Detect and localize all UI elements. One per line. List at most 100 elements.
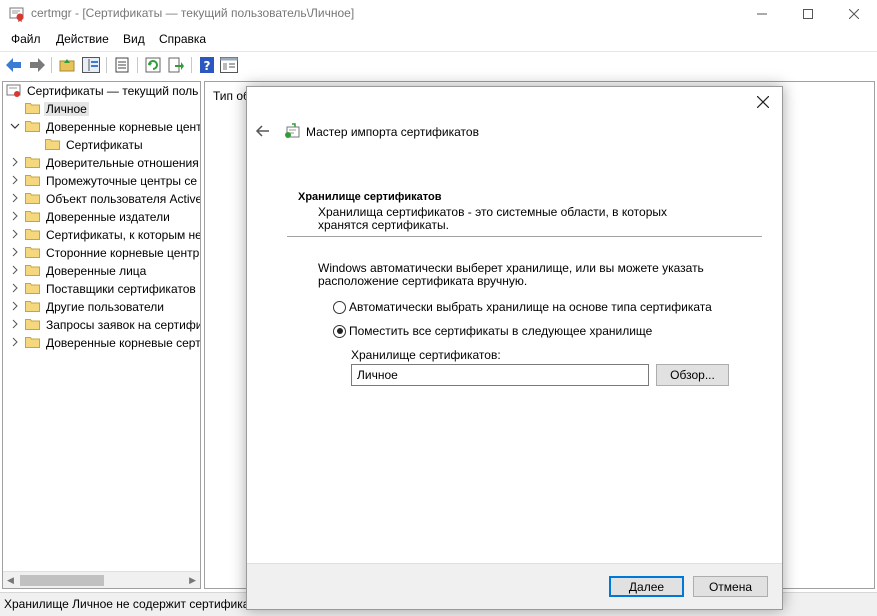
tree-item[interactable]: Сертификаты, к которым не (3, 226, 200, 244)
tree-item[interactable]: Доверительные отношения (3, 154, 200, 172)
chevron-right-icon[interactable] (10, 211, 20, 223)
folder-icon (25, 228, 40, 240)
scroll-right-icon[interactable]: ▶ (189, 575, 196, 586)
chevron-right-icon[interactable] (10, 229, 20, 241)
chevron-right-icon[interactable] (10, 157, 20, 169)
folder-icon (25, 120, 40, 132)
chevron-right-icon[interactable] (10, 319, 20, 331)
store-label: Хранилище сертификатов: (351, 348, 501, 362)
tree-item[interactable]: Запросы заявок на сертифи (3, 316, 200, 334)
wizard-back-icon[interactable] (255, 123, 271, 139)
horizontal-scrollbar[interactable]: ◀ ▶ (3, 571, 200, 588)
tree-item-label: Доверенные корневые цент (46, 120, 201, 134)
menu-file[interactable]: Файл (11, 32, 41, 46)
refresh-icon[interactable] (144, 56, 162, 74)
info-text: Windows автоматически выберет хранилище,… (318, 261, 704, 288)
section-description: Хранилища сертификатов - это системные о… (318, 205, 667, 232)
export-list-icon[interactable] (113, 56, 131, 74)
properties-view-icon[interactable] (220, 56, 238, 74)
tree-item[interactable]: Доверенные корневые цент (3, 118, 200, 136)
tree-item-label: Другие пользователи (46, 300, 164, 314)
tree-item-label: Сторонние корневые центр (46, 246, 200, 260)
radio-auto-store[interactable]: Автоматически выбрать хранилище на основ… (333, 299, 712, 315)
toolbar-separator (106, 57, 107, 73)
tree-item-label: Сертификаты, к которым не (46, 228, 201, 242)
menu-view[interactable]: Вид (123, 32, 145, 46)
tree-item[interactable]: Сторонние корневые центр (3, 244, 200, 262)
tree-root[interactable]: Сертификаты — текущий поль (3, 82, 200, 100)
column-header-type[interactable]: Тип об (213, 89, 250, 103)
chevron-right-icon[interactable] (10, 337, 20, 349)
section-title: Хранилище сертификатов (298, 191, 442, 203)
tree-panel: Сертификаты — текущий поль Личное Доверен… (2, 81, 201, 589)
chevron-right-icon[interactable] (10, 175, 20, 187)
export-icon[interactable] (167, 56, 185, 74)
chevron-down-icon[interactable] (10, 121, 20, 133)
certmgr-app-icon (9, 6, 25, 22)
status-text: Хранилище Личное не содержит сертифика (4, 597, 250, 611)
browse-button[interactable]: Обзор... (656, 364, 729, 386)
window-title: certmgr - [Сертификаты — текущий пользов… (31, 6, 355, 20)
close-button[interactable] (831, 0, 877, 28)
tree-root-label: Сертификаты — текущий поль (27, 84, 199, 98)
radio-manual-store-button[interactable] (333, 324, 346, 338)
tree-item-label: Доверенные лица (46, 264, 147, 278)
toolbar: ? (0, 51, 877, 78)
tree-item-label: Доверенные издатели (46, 210, 170, 224)
scrollbar-thumb[interactable] (20, 575, 104, 586)
tree-item-label: Поставщики сертификатов (46, 282, 196, 296)
store-field[interactable]: Личное (351, 364, 649, 386)
radio-auto-store-label[interactable]: Автоматически выбрать хранилище на основ… (349, 300, 712, 314)
tree-item[interactable]: Объект пользователя Active (3, 190, 200, 208)
back-arrow-icon[interactable] (5, 56, 23, 74)
chevron-right-icon[interactable] (10, 247, 20, 259)
cancel-button[interactable]: Отмена (693, 576, 768, 597)
tree-item-label: Промежуточные центры се (46, 174, 198, 188)
tree-item[interactable]: Другие пользователи (3, 298, 200, 316)
certificate-wizard-icon (284, 123, 300, 139)
next-button[interactable]: Далее (609, 576, 684, 597)
forward-arrow-icon[interactable] (28, 56, 46, 74)
chevron-right-icon[interactable] (10, 265, 20, 277)
toolbar-separator (191, 57, 192, 73)
chevron-right-icon[interactable] (10, 283, 20, 295)
dialog-title: Мастер импорта сертификатов (306, 125, 479, 139)
chevron-right-icon[interactable] (10, 301, 20, 313)
up-folder-icon[interactable] (58, 56, 76, 74)
toolbar-separator (137, 57, 138, 73)
radio-manual-store[interactable]: Поместить все сертификаты в следующее хр… (333, 323, 652, 339)
menu-help[interactable]: Справка (159, 32, 206, 46)
maximize-button[interactable] (785, 0, 831, 28)
tree-item-label: Личное (44, 102, 89, 116)
show-hide-tree-icon[interactable] (82, 56, 100, 74)
help-icon[interactable]: ? (198, 56, 216, 74)
tree-item[interactable]: Сертификаты (3, 136, 200, 154)
minimize-button[interactable] (739, 0, 785, 28)
tree-item[interactable]: Доверенные лица (3, 262, 200, 280)
folder-icon (25, 282, 40, 294)
svg-text:?: ? (204, 59, 211, 73)
chevron-right-icon[interactable] (10, 193, 20, 205)
menu-bar: Файл Действие Вид Справка (0, 28, 877, 50)
folder-icon (25, 336, 40, 348)
dialog-close-icon[interactable] (754, 93, 772, 111)
tree-item[interactable]: Личное (3, 100, 200, 118)
radio-manual-store-label[interactable]: Поместить все сертификаты в следующее хр… (349, 324, 652, 338)
folder-icon (25, 246, 40, 258)
import-wizard-dialog: Мастер импорта сертификатов Хранилище се… (246, 86, 783, 610)
tree-item[interactable]: Промежуточные центры се (3, 172, 200, 190)
tree-item[interactable]: Поставщики сертификатов (3, 280, 200, 298)
folder-icon (25, 192, 40, 204)
folder-icon (25, 156, 40, 168)
radio-auto-store-button[interactable] (333, 300, 346, 314)
folder-icon (25, 300, 40, 312)
folder-icon (25, 210, 40, 222)
scroll-left-icon[interactable]: ◀ (7, 575, 14, 586)
tree-item[interactable]: Доверенные корневые серт (3, 334, 200, 352)
folder-icon (25, 318, 40, 330)
title-bar: certmgr - [Сертификаты — текущий пользов… (0, 0, 877, 28)
tree-item[interactable]: Доверенные издатели (3, 208, 200, 226)
tree-item-label: Сертификаты (66, 138, 143, 152)
folder-icon (25, 264, 40, 276)
menu-action[interactable]: Действие (56, 32, 109, 46)
